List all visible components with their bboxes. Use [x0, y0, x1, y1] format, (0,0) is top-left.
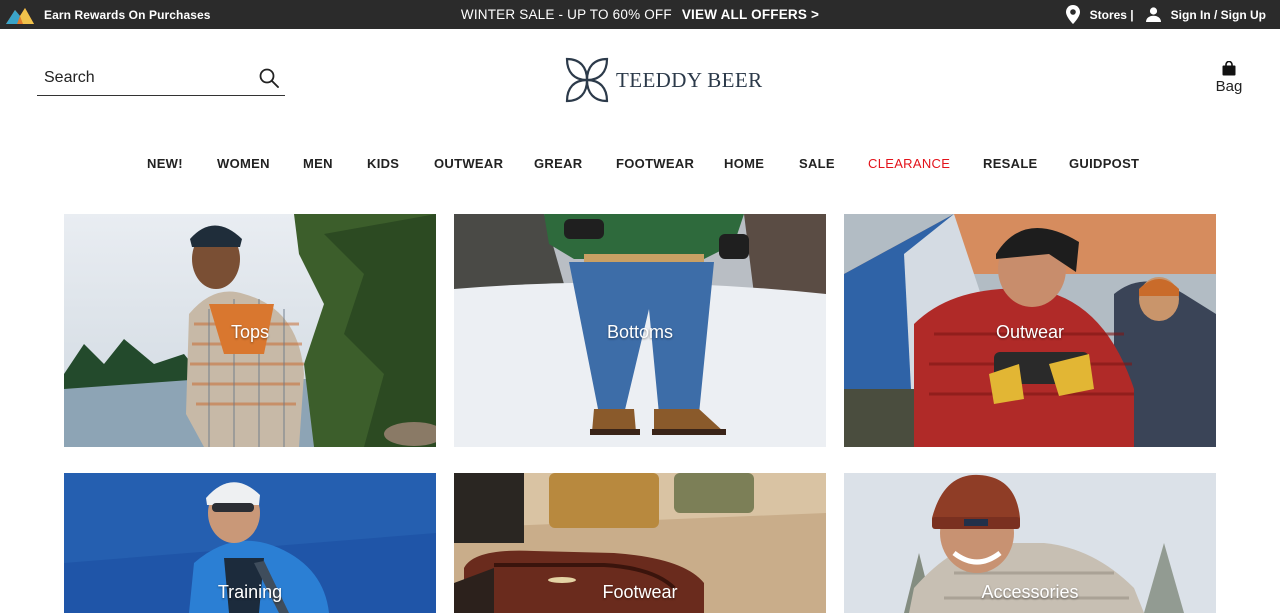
- sign-in-link[interactable]: Sign In / Sign Up: [1171, 8, 1266, 22]
- bag-button[interactable]: Bag: [1209, 61, 1249, 95]
- user-icon[interactable]: [1145, 7, 1161, 22]
- shopping-bag-icon: [1222, 61, 1236, 76]
- logo-name: TEEDDY BEER: [616, 67, 763, 92]
- category-label: Tops: [230, 322, 270, 342]
- search-icon[interactable]: [259, 68, 279, 93]
- nav-item-resale[interactable]: RESALE: [983, 156, 1038, 171]
- bag-label: Bag: [1215, 78, 1243, 95]
- map-pin-icon[interactable]: [1065, 5, 1080, 24]
- nav-item-outwear[interactable]: OUTWEAR: [434, 156, 503, 171]
- nav-item-home[interactable]: HOME: [724, 156, 764, 171]
- category-label: Accessories: [981, 582, 1079, 602]
- category-tile-accessories[interactable]: Accessories: [844, 473, 1216, 613]
- nav-item-grear[interactable]: GREAR: [534, 156, 582, 171]
- category-tile-tops[interactable]: Tops: [64, 214, 436, 447]
- flower-logo-icon: [565, 57, 609, 103]
- nav-item-sale[interactable]: SALE: [799, 156, 835, 171]
- category-label: Training: [217, 582, 283, 602]
- nav-item-kids[interactable]: KIDS: [367, 156, 399, 171]
- sale-text: WINTER SALE - UP TO 60% OFF: [460, 7, 672, 22]
- category-label: Footwear: [602, 582, 678, 602]
- view-all-offers-link[interactable]: VIEW ALL OFFERS >: [682, 7, 819, 22]
- category-label: Outwear: [995, 322, 1065, 342]
- category-tile-bottoms[interactable]: Bottoms: [454, 214, 826, 447]
- stores-link[interactable]: Stores |: [1090, 8, 1134, 22]
- category-tile-footwear[interactable]: Footwear: [454, 473, 826, 613]
- nav-item-clearance[interactable]: CLEARANCE: [868, 156, 950, 171]
- account-links: Stores | Sign In / Sign Up: [1065, 0, 1266, 29]
- nav-item-women[interactable]: WOMEN: [217, 156, 270, 171]
- category-tile-training[interactable]: Training: [64, 473, 436, 613]
- main-navigation: NEW! WOMEN MEN KIDS OUTWEAR GREAR FOOTWE…: [0, 156, 1280, 176]
- nav-item-new[interactable]: NEW!: [147, 156, 183, 171]
- category-label: Bottoms: [606, 322, 674, 342]
- search-input[interactable]: [44, 66, 244, 90]
- site-logo[interactable]: TEEDDY BEER: [564, 56, 763, 104]
- nav-item-men[interactable]: MEN: [303, 156, 333, 171]
- nav-item-footwear[interactable]: FOOTWEAR: [616, 156, 694, 171]
- nav-item-guidpost[interactable]: GUIDPOST: [1069, 156, 1139, 171]
- category-tile-outwear[interactable]: Outwear: [844, 214, 1216, 447]
- top-promo-bar: Earn Rewards On Purchases WINTER SALE - …: [0, 0, 1280, 29]
- search-bar: [37, 62, 285, 96]
